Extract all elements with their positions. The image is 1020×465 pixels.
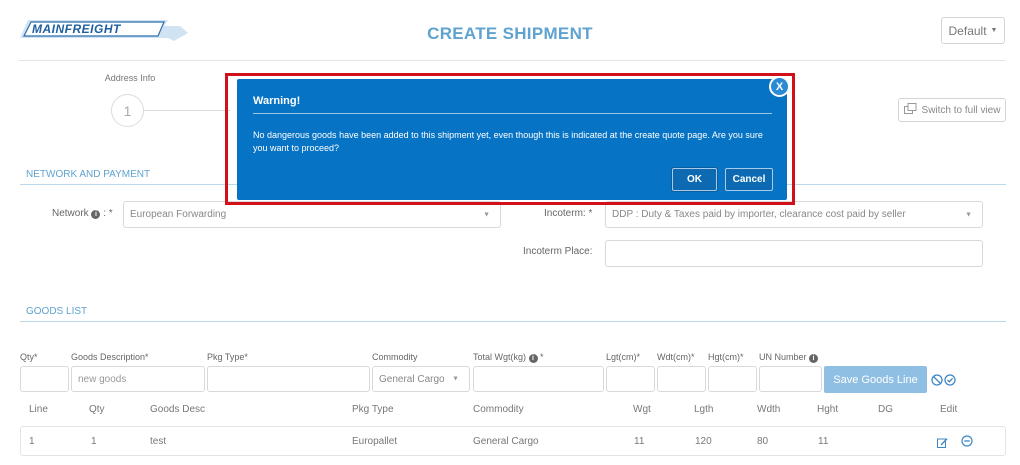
goods-description-input[interactable]: new goods <box>71 366 205 392</box>
network-label-wrap: Network i : * <box>52 208 113 219</box>
cell-pkg-type: Europallet <box>352 436 398 447</box>
profile-dropdown[interactable]: Default ▼ <box>941 17 1005 44</box>
column-header-hght: Hght <box>817 404 839 415</box>
total-weight-label-wrap: Total Wgt(kg) i * <box>473 352 544 363</box>
caret-down-icon: ▼ <box>990 27 998 34</box>
info-icon: i <box>528 354 538 363</box>
height-input[interactable] <box>708 366 757 392</box>
incoterm-place-input[interactable] <box>605 240 983 267</box>
dialog-message: No dangerous goods have been added to th… <box>253 130 763 153</box>
check-circle-icon[interactable] <box>944 373 956 386</box>
goods-list-section-title: GOODS LIST <box>26 306 88 317</box>
cell-goods-desc: test <box>150 436 167 447</box>
commodity-select-value: General Cargo <box>379 373 445 385</box>
column-header-dg: DG <box>878 404 893 415</box>
cell-hght: 11 <box>818 436 829 447</box>
qty-label: Qty* <box>20 352 38 362</box>
total-weight-label: Total Wgt(kg) <box>473 352 527 362</box>
total-weight-input[interactable] <box>473 366 604 392</box>
info-icon: i <box>91 210 101 219</box>
commodity-select[interactable]: General Cargo ▼ <box>372 366 470 392</box>
cell-qty: 1 <box>91 436 97 447</box>
close-icon[interactable]: X <box>769 76 790 97</box>
switch-full-view-label: Switch to full view <box>921 104 1001 116</box>
step-label: Address Info <box>104 73 156 83</box>
cell-wgt: 11 <box>634 436 645 447</box>
goods-description-label: Goods Description* <box>71 352 149 362</box>
required-marker: : * <box>103 208 113 219</box>
column-header-edit: Edit <box>940 404 958 415</box>
edit-icon[interactable] <box>937 435 948 448</box>
length-input[interactable] <box>606 366 655 392</box>
un-number-input[interactable] <box>759 366 822 392</box>
incoterm-select[interactable]: DDP : Duty & Taxes paid by importer, cle… <box>605 201 983 228</box>
step-circle[interactable]: 1 <box>111 94 144 127</box>
height-label: Hgt(cm)* <box>708 352 744 362</box>
dialog-divider <box>253 113 772 114</box>
section-divider <box>20 321 1006 322</box>
required-marker: * <box>540 352 544 362</box>
column-header-lgth: Lgth <box>694 404 714 415</box>
remove-circle-icon[interactable] <box>961 434 973 447</box>
commodity-label: Commodity <box>372 352 418 362</box>
header-divider <box>18 60 1006 61</box>
column-header-goods-desc: Goods Desc <box>150 404 206 415</box>
network-select[interactable]: European Forwarding ▼ <box>123 201 501 228</box>
width-label: Wdt(cm)* <box>657 352 695 362</box>
step-connector <box>144 110 230 111</box>
un-number-label: UN Number <box>759 352 807 362</box>
cell-commodity: General Cargo <box>473 436 539 447</box>
ban-icon[interactable] <box>931 373 943 386</box>
column-header-wdth: Wdth <box>757 404 781 415</box>
profile-dropdown-label: Default <box>948 23 987 38</box>
caret-down-icon: ▼ <box>452 375 459 383</box>
network-select-value: European Forwarding <box>130 209 227 220</box>
dialog-close-label: X <box>775 80 784 93</box>
step-number: 1 <box>123 102 132 119</box>
ok-button[interactable]: OK <box>672 168 717 191</box>
incoterm-label: Incoterm: * <box>544 208 593 219</box>
save-goods-line-button[interactable]: Save Goods Line <box>824 366 927 393</box>
pkg-type-input[interactable] <box>207 366 370 392</box>
column-header-wgt: Wgt <box>633 404 651 415</box>
info-icon: i <box>809 354 819 363</box>
caret-down-icon: ▼ <box>483 211 490 218</box>
incoterm-select-value: DDP : Duty & Taxes paid by importer, cle… <box>612 209 906 220</box>
pkg-type-label: Pkg Type* <box>207 352 248 362</box>
window-restore-icon <box>903 103 917 117</box>
width-input[interactable] <box>657 366 706 392</box>
network-label: Network <box>52 208 89 219</box>
length-label: Lgt(cm)* <box>606 352 641 362</box>
cell-line: 1 <box>29 436 35 447</box>
cell-lgth: 120 <box>695 436 712 447</box>
cancel-button[interactable]: Cancel <box>725 168 773 191</box>
cell-wdth: 80 <box>757 436 769 447</box>
incoterm-place-label: Incoterm Place: <box>523 246 593 257</box>
network-payment-section-title: NETWORK AND PAYMENT <box>26 169 151 180</box>
un-number-label-wrap: UN Number i <box>759 352 819 363</box>
column-header-qty: Qty <box>89 404 105 415</box>
switch-full-view-button[interactable]: Switch to full view <box>898 98 1006 122</box>
column-header-commodity: Commodity <box>473 404 524 415</box>
column-header-pkg-type: Pkg Type <box>352 404 394 415</box>
column-header-line: Line <box>29 404 48 415</box>
page-title: CREATE SHIPMENT <box>427 24 593 43</box>
qty-input[interactable] <box>20 366 69 392</box>
caret-down-icon: ▼ <box>965 211 972 218</box>
dialog-title: Warning! <box>253 95 301 107</box>
